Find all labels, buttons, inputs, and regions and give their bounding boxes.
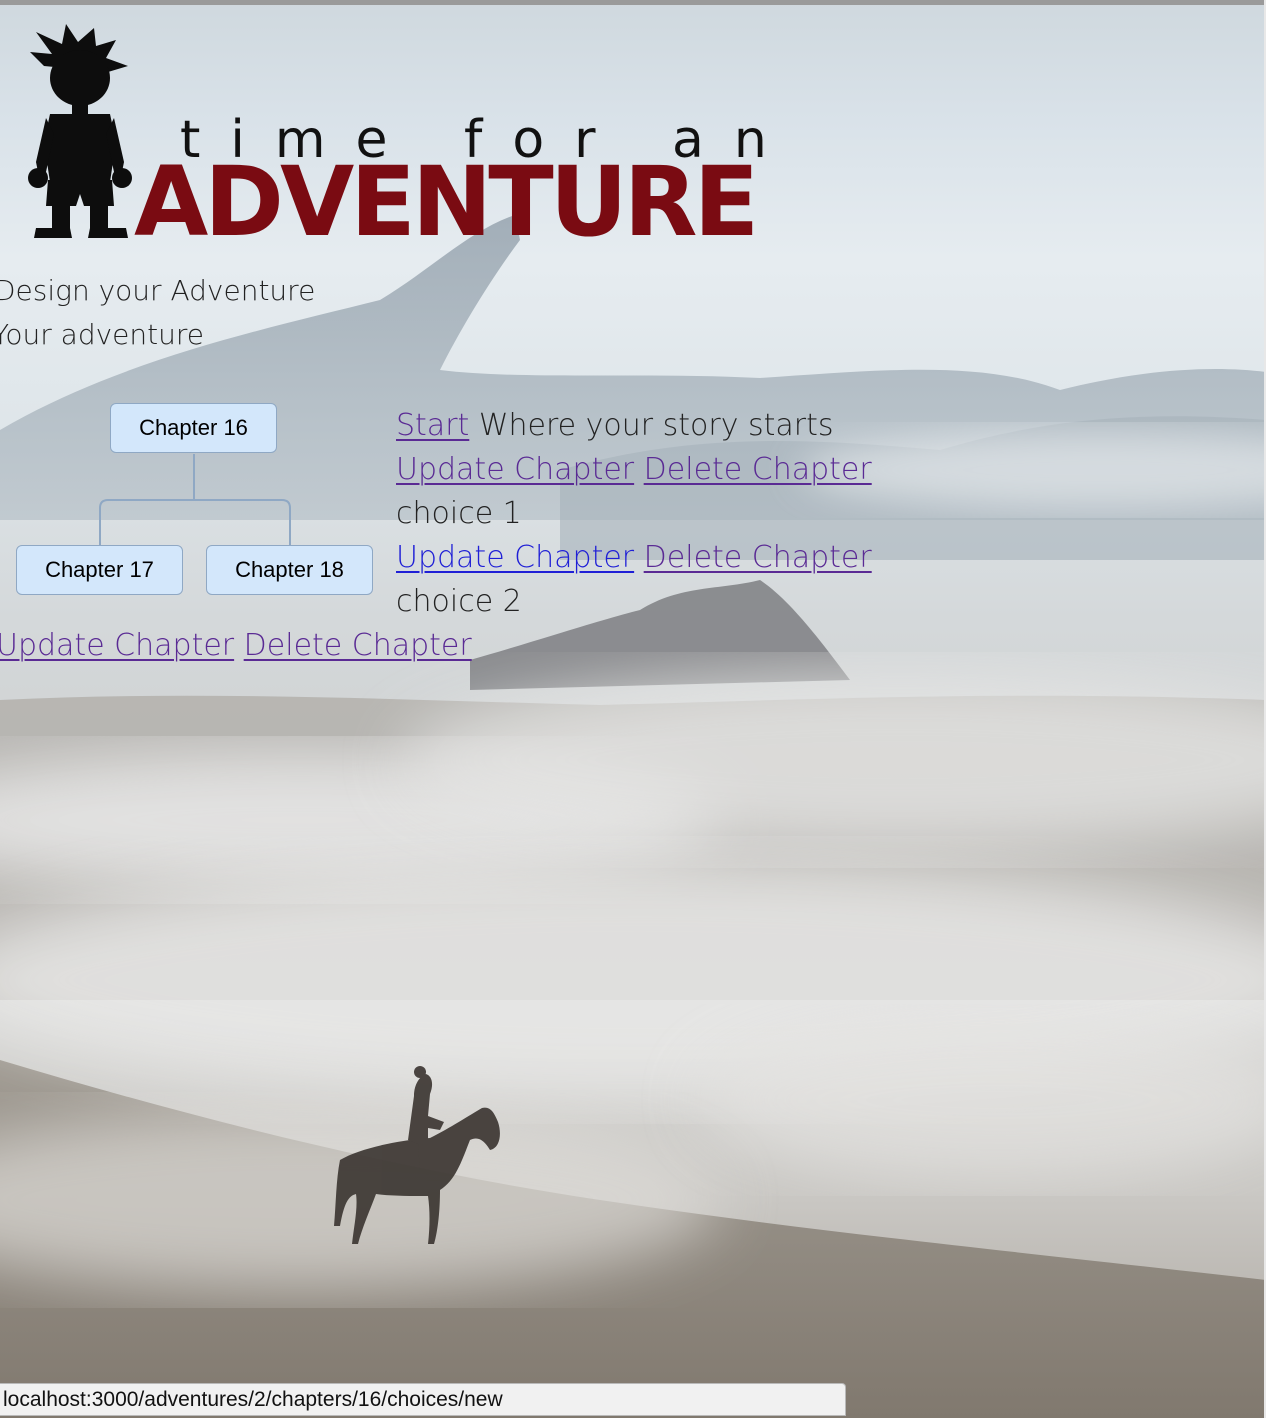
choice-2-label: choice 2 [396, 584, 522, 619]
status-url-bar: localhost:3000/adventures/2/chapters/16/… [0, 1383, 846, 1416]
chapter-details: Start Where your story starts Update Cha… [396, 404, 872, 624]
start-link[interactable]: Start [396, 408, 469, 443]
start-row: Start Where your story starts [396, 404, 872, 448]
chapter-actions-row: Update Chapter Delete Chapter [396, 448, 872, 492]
tree-node-chapter-16[interactable]: Chapter 16 [110, 403, 277, 453]
delete-chapter-link[interactable]: Delete Chapter [644, 452, 872, 487]
update-chapter-link[interactable]: Update Chapter [396, 452, 634, 487]
choice-1-label: choice 1 [396, 496, 522, 531]
choice-1-delete-link[interactable]: Delete Chapter [644, 540, 872, 575]
choice-2-delete-link[interactable]: Delete Chapter [244, 628, 472, 663]
choice-2-actions-row: Update Chapter Delete Chapter [0, 624, 472, 668]
start-description: Where your story starts [478, 408, 834, 443]
tree-node-chapter-17[interactable]: Chapter 17 [16, 545, 183, 595]
choice-1-actions-row: Update Chapter Delete Chapter [396, 536, 872, 580]
choice-1-update-link[interactable]: Update Chapter [396, 540, 634, 575]
choice-2-update-link[interactable]: Update Chapter [0, 628, 234, 663]
tree-node-chapter-18[interactable]: Chapter 18 [206, 545, 373, 595]
chapter-tree: Chapter 16 Chapter 17 Chapter 18 [0, 0, 400, 620]
tree-connectors [99, 454, 291, 545]
